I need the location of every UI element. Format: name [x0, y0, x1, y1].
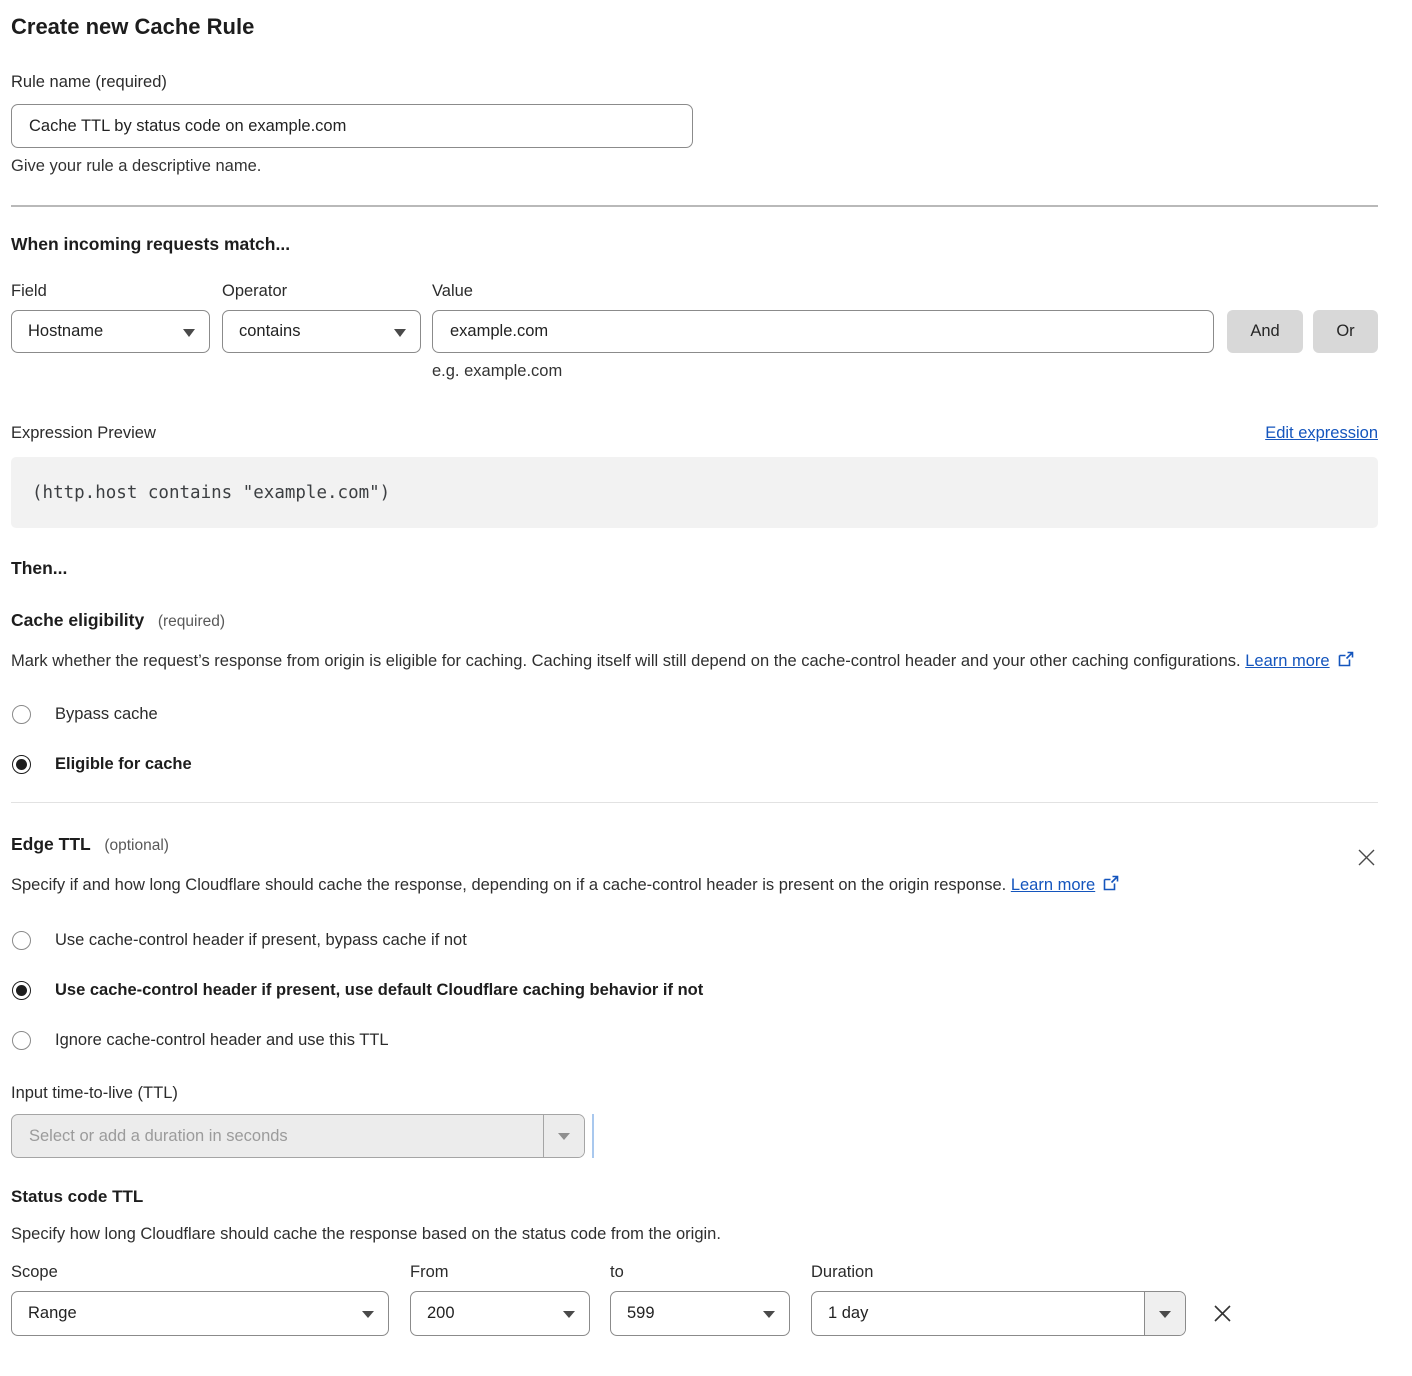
value-label: Value: [432, 282, 473, 301]
close-icon[interactable]: [1357, 848, 1376, 867]
status-code-ttl-description: Specify how long Cloudflare should cache…: [11, 1220, 1378, 1248]
chevron-down-icon: [763, 1311, 775, 1318]
to-select[interactable]: 599: [610, 1291, 790, 1336]
cache-eligibility-heading: Cache eligibility: [11, 610, 144, 630]
radio-label: Use cache-control header if present, byp…: [55, 931, 467, 950]
to-label: to: [610, 1263, 790, 1282]
rule-name-helper: Give your rule a descriptive name.: [11, 157, 1378, 176]
operator-select[interactable]: contains: [222, 310, 421, 353]
chevron-down-icon: [362, 1311, 374, 1318]
rule-name-input[interactable]: [11, 104, 693, 148]
to-select-value: 599: [627, 1304, 655, 1323]
field-select[interactable]: Hostname: [11, 310, 210, 353]
radio-label: Use cache-control header if present, use…: [55, 981, 703, 1000]
expression-header: Expression Preview Edit expression: [11, 424, 1378, 443]
cache-eligibility-description: Mark whether the request’s response from…: [11, 647, 1356, 677]
then-heading: Then...: [11, 558, 1378, 579]
section-divider: [11, 802, 1378, 803]
expression-preview-label: Expression Preview: [11, 424, 156, 443]
operator-label: Operator: [222, 282, 421, 301]
edit-expression-link[interactable]: Edit expression: [1265, 424, 1378, 443]
chevron-down-icon[interactable]: [543, 1115, 584, 1157]
radio-ignore-header-ttl[interactable]: Ignore cache-control header and use this…: [11, 1031, 1378, 1050]
radio-use-header-bypass[interactable]: Use cache-control header if present, byp…: [11, 931, 1378, 950]
cache-eligibility-qualifier: (required): [158, 613, 225, 630]
match-controls-row: Hostname contains And Or: [11, 310, 1378, 353]
match-labels-row: Field Operator Value: [11, 282, 1378, 301]
status-code-controls-row: Range 200 599 1 day: [11, 1291, 1378, 1336]
radio-label: Ignore cache-control header and use this…: [55, 1031, 389, 1050]
radio-selected-icon: [12, 981, 31, 1000]
scope-label: Scope: [11, 1263, 389, 1282]
duration-select[interactable]: 1 day: [811, 1291, 1186, 1336]
field-select-value: Hostname: [28, 322, 103, 341]
cache-eligibility-description-text: Mark whether the request’s response from…: [11, 652, 1241, 670]
from-select[interactable]: 200: [410, 1291, 590, 1336]
radio-use-header-default[interactable]: Use cache-control header if present, use…: [11, 981, 1378, 1000]
edge-ttl-description: Specify if and how long Cloudflare shoul…: [11, 871, 1131, 901]
chevron-down-icon: [563, 1311, 575, 1318]
scope-select-value: Range: [28, 1304, 77, 1323]
rule-name-label: Rule name (required): [11, 73, 1378, 92]
edge-ttl-learn-more-link[interactable]: Learn more: [1011, 876, 1095, 894]
page-title: Create new Cache Rule: [11, 14, 1378, 40]
chevron-down-icon: [183, 329, 195, 337]
edge-ttl-qualifier: (optional): [104, 837, 169, 854]
and-button[interactable]: And: [1227, 310, 1303, 353]
field-label: Field: [11, 282, 210, 301]
create-cache-rule-form: Create new Cache Rule Rule name (require…: [0, 0, 1412, 1336]
ttl-input-label: Input time-to-live (TTL): [11, 1084, 1378, 1103]
or-button[interactable]: Or: [1313, 310, 1378, 353]
value-input[interactable]: [432, 310, 1214, 353]
edge-ttl-section: Edge TTL (optional) Specify if and how l…: [11, 834, 1378, 1158]
ttl-duration-select[interactable]: Select or add a duration in seconds: [11, 1114, 585, 1158]
external-link-icon: [1337, 649, 1354, 677]
radio-icon: [12, 1031, 31, 1050]
from-select-value: 200: [427, 1304, 455, 1323]
match-heading: When incoming requests match...: [11, 234, 1378, 255]
operator-select-value: contains: [239, 322, 300, 341]
duration-select-value: 1 day: [812, 1292, 1144, 1335]
status-code-ttl-heading: Status code TTL: [11, 1187, 1378, 1207]
radio-label: Bypass cache: [55, 705, 158, 724]
radio-selected-icon: [12, 755, 31, 774]
from-label: From: [410, 1263, 590, 1282]
edge-ttl-heading-row: Edge TTL (optional): [11, 834, 1378, 855]
cache-eligibility-heading-row: Cache eligibility (required): [11, 610, 1378, 631]
scope-select[interactable]: Range: [11, 1291, 389, 1336]
cache-eligibility-learn-more-link[interactable]: Learn more: [1245, 652, 1329, 670]
radio-icon: [12, 931, 31, 950]
ttl-input-row: Select or add a duration in seconds: [11, 1103, 1378, 1158]
edge-ttl-heading: Edge TTL: [11, 834, 91, 854]
duration-label: Duration: [811, 1263, 873, 1282]
radio-bypass-cache[interactable]: Bypass cache: [11, 705, 1378, 724]
radio-icon: [12, 705, 31, 724]
radio-label: Eligible for cache: [55, 755, 192, 774]
external-link-icon: [1102, 873, 1119, 901]
section-divider: [11, 205, 1378, 207]
chevron-down-icon: [394, 329, 406, 337]
expression-code: (http.host contains "example.com"): [32, 483, 390, 503]
radio-eligible-for-cache[interactable]: Eligible for cache: [11, 755, 1378, 774]
chevron-down-icon[interactable]: [1144, 1292, 1185, 1335]
remove-row-icon[interactable]: [1212, 1303, 1233, 1324]
value-helper: e.g. example.com: [432, 362, 1378, 381]
edge-ttl-description-text: Specify if and how long Cloudflare shoul…: [11, 876, 1006, 894]
ttl-select-placeholder: Select or add a duration in seconds: [12, 1115, 543, 1157]
text-cursor: [592, 1114, 594, 1158]
expression-code-block: (http.host contains "example.com"): [11, 457, 1378, 528]
status-code-labels-row: Scope From to Duration: [11, 1263, 1378, 1282]
